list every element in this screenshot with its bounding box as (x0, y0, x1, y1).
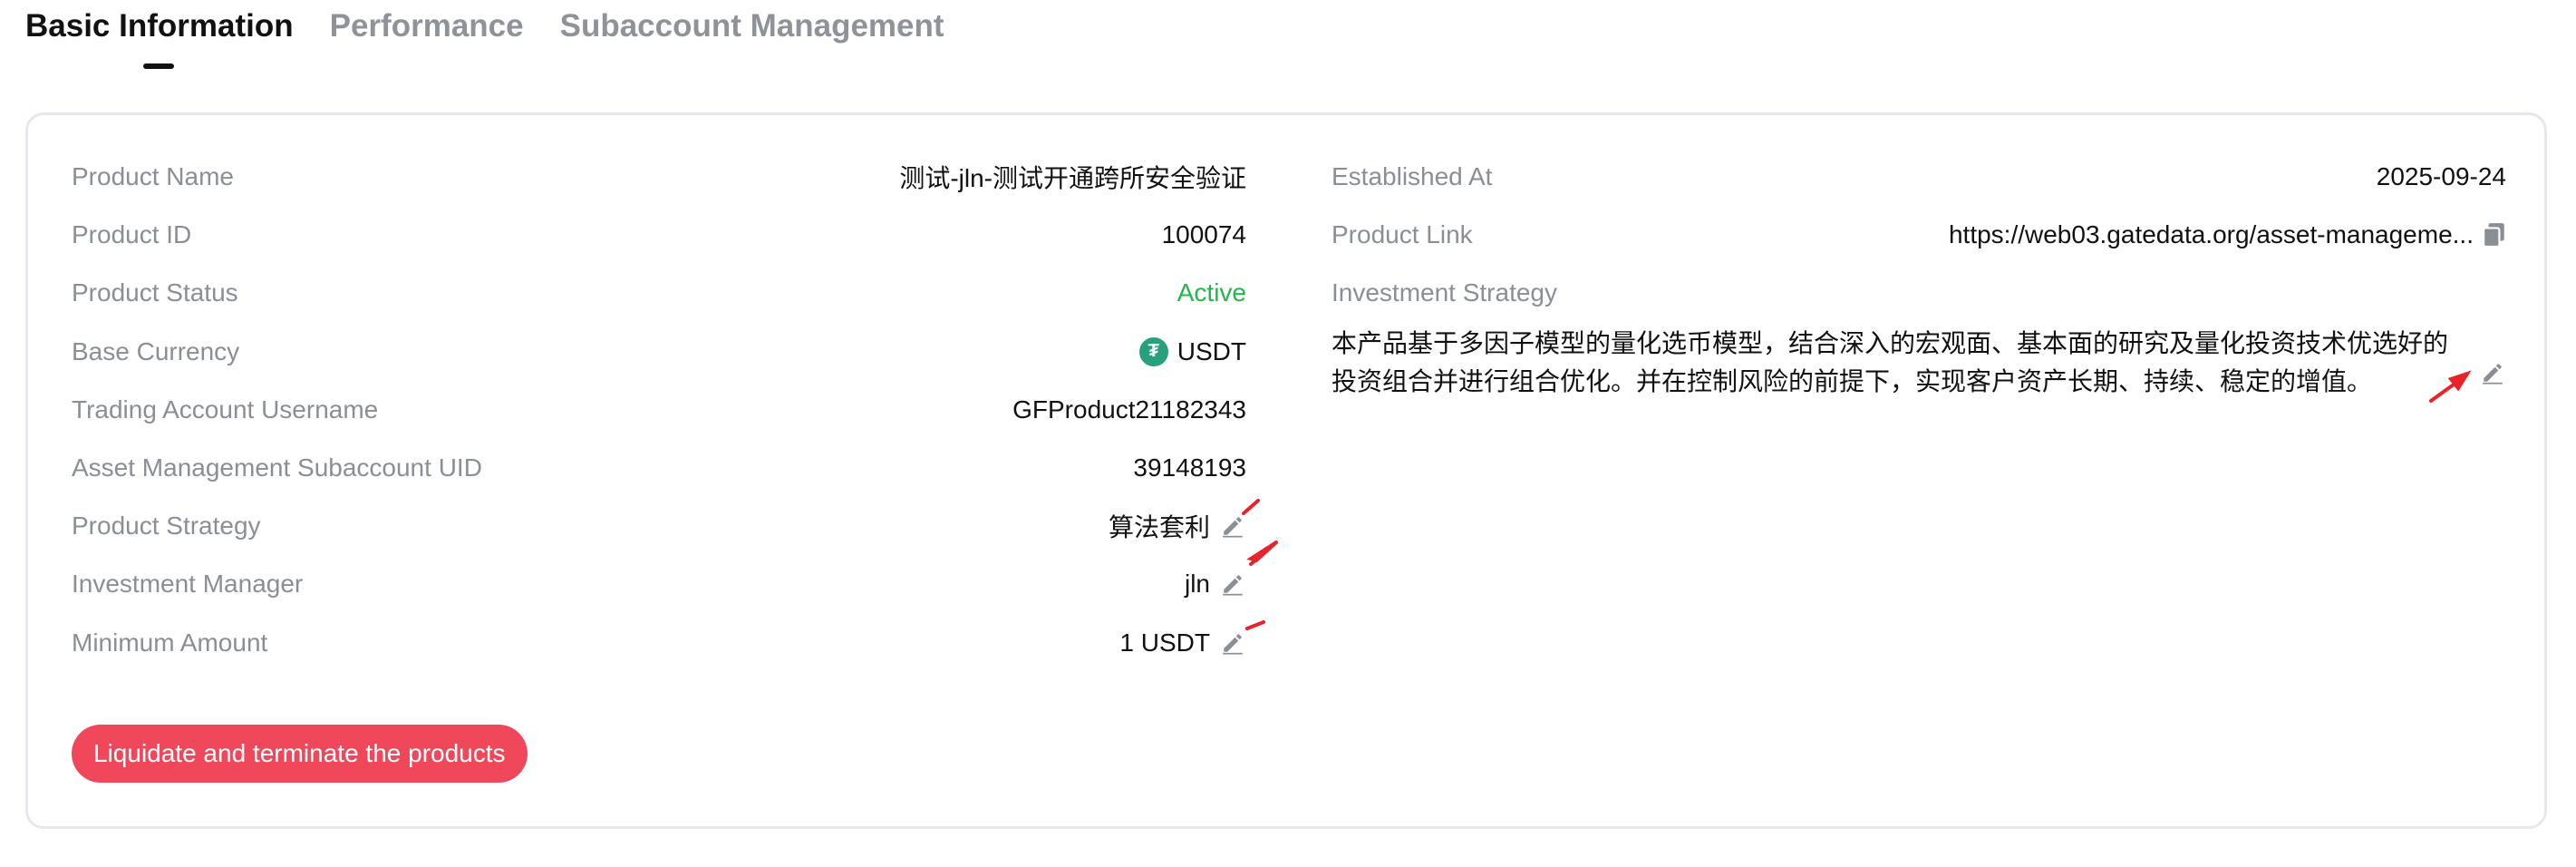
liquidate-terminate-button[interactable]: Liquidate and terminate the products (72, 725, 528, 783)
product-name-label: Product Name (72, 162, 234, 191)
established-at-row: Established At 2025-09-24 (1332, 148, 2506, 206)
investment-manager-row: Investment Manager jln (72, 555, 1246, 613)
established-at-label: Established At (1332, 162, 1493, 191)
base-currency-row: Base Currency ₮ USDT (72, 323, 1246, 381)
tab-performance[interactable]: Performance (330, 0, 524, 73)
minimum-amount-label: Minimum Amount (72, 628, 268, 657)
edit-minimum-amount-icon[interactable] (1219, 629, 1246, 657)
trading-account-label: Trading Account Username (72, 395, 379, 424)
investment-strategy-value: 本产品基于多因子模型的量化选币模型，结合深入的宏观面、基本面的研究及量化投资技术… (1332, 325, 2506, 401)
trading-account-row: Trading Account Username GFProduct211823… (72, 381, 1246, 439)
subaccount-uid-label: Asset Management Subaccount UID (72, 453, 482, 482)
product-status-label: Product Status (72, 278, 238, 307)
left-info-column: Product Name 测试-jln-测试开通跨所安全验证 Product I… (72, 148, 1246, 672)
subaccount-uid-row: Asset Management Subaccount UID 39148193 (72, 439, 1246, 497)
minimum-amount-row: Minimum Amount 1 USDT (72, 614, 1246, 672)
tab-subaccount-management[interactable]: Subaccount Management (560, 0, 944, 73)
edit-investment-strategy-icon[interactable] (2479, 359, 2506, 386)
product-name-value: 测试-jln-测试开通跨所安全验证 (899, 164, 1246, 193)
investment-manager-label: Investment Manager (72, 570, 304, 599)
product-strategy-label: Product Strategy (72, 511, 261, 541)
investment-manager-text: jln (1184, 570, 1210, 599)
right-info-column: Established At 2025-09-24 Product Link h… (1332, 148, 2506, 401)
copy-icon[interactable] (2483, 222, 2506, 248)
basic-info-card: Product Name 测试-jln-测试开通跨所安全验证 Product I… (25, 112, 2547, 829)
product-status-row: Product Status Active (72, 264, 1246, 322)
product-id-label: Product ID (72, 220, 192, 249)
investment-strategy-row: Investment Strategy (1332, 264, 2506, 322)
product-strategy-value: 算法套利 (1109, 508, 1246, 544)
investment-strategy-text: 本产品基于多因子模型的量化选币模型，结合深入的宏观面、基本面的研究及量化投资技术… (1332, 328, 2449, 395)
subaccount-uid-value: 39148193 (1133, 453, 1246, 482)
base-currency-value: ₮ USDT (1138, 336, 1246, 366)
base-currency-text: USDT (1177, 336, 1246, 365)
investment-manager-value: jln (1185, 570, 1246, 599)
base-currency-label: Base Currency (72, 336, 240, 365)
minimum-amount-value: 1 USDT (1119, 628, 1246, 658)
tab-basic-information[interactable]: Basic Information (25, 0, 294, 73)
tab-bar: Basic Information Performance Subaccount… (25, 0, 944, 73)
product-link-label: Product Link (1332, 220, 1473, 249)
product-strategy-row: Product Strategy 算法套利 (72, 497, 1246, 555)
product-status-value: Active (1177, 278, 1246, 307)
edit-investment-manager-icon[interactable] (1219, 570, 1246, 598)
product-link-row: Product Link https://web03.gatedata.org/… (1332, 206, 2506, 264)
product-link-text[interactable]: https://web03.gatedata.org/asset-managem… (1949, 220, 2474, 249)
product-id-value: 100074 (1161, 220, 1246, 249)
usdt-coin-icon: ₮ (1138, 336, 1168, 366)
established-at-value: 2025-09-24 (2376, 162, 2506, 191)
minimum-amount-text: 1 USDT (1119, 628, 1210, 657)
product-name-row: Product Name 测试-jln-测试开通跨所安全验证 (72, 148, 1246, 206)
edit-product-strategy-icon[interactable] (1219, 512, 1246, 540)
product-link-value: https://web03.gatedata.org/asset-managem… (1949, 220, 2506, 249)
product-id-row: Product ID 100074 (72, 206, 1246, 264)
trading-account-value: GFProduct21182343 (1012, 395, 1246, 424)
investment-strategy-label: Investment Strategy (1332, 278, 1558, 307)
product-strategy-text: 算法套利 (1108, 513, 1210, 542)
